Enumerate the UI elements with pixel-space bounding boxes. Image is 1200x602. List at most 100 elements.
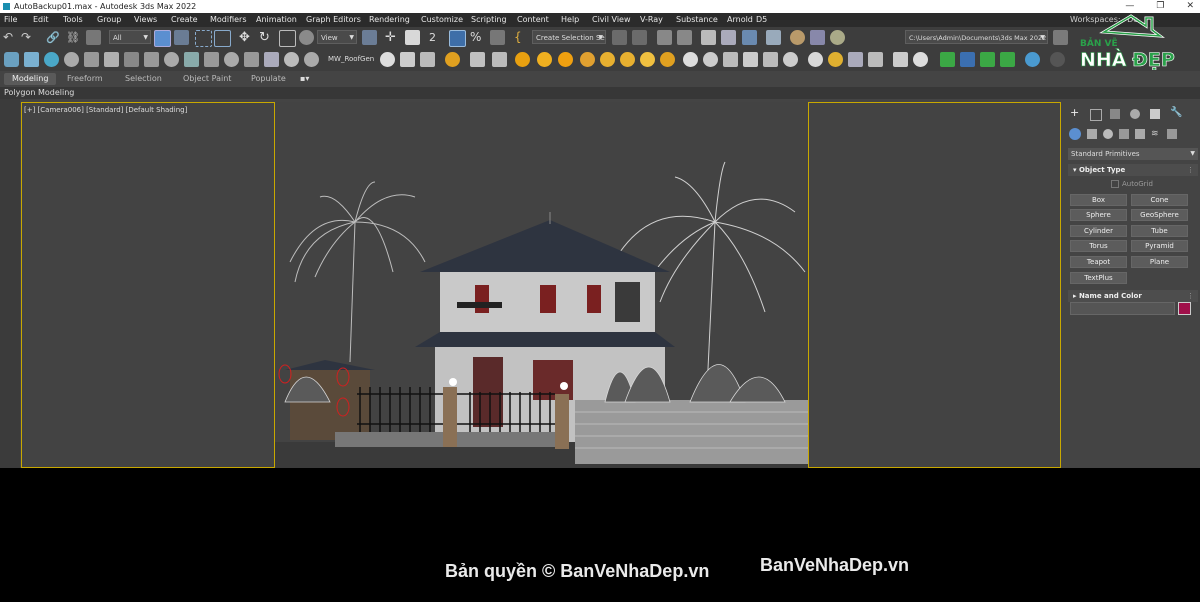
menu-substance[interactable]: Substance: [676, 13, 727, 27]
hierarchy-tab-icon[interactable]: [1110, 109, 1120, 119]
object-color-swatch[interactable]: [1178, 302, 1191, 315]
reference-coordinate-dropdown[interactable]: View ▼: [317, 30, 357, 44]
geosphere-button[interactable]: GeoSphere: [1131, 209, 1188, 221]
selection-filter-dropdown[interactable]: All ▼: [109, 30, 151, 44]
mirror-icon[interactable]: [612, 30, 627, 45]
menu-file[interactable]: File: [4, 13, 33, 27]
utilities-tab-icon[interactable]: 🔧: [1170, 108, 1182, 118]
hair-icon[interactable]: [783, 52, 798, 67]
rotate-icon[interactable]: ↻: [259, 30, 274, 45]
cylinder-button[interactable]: Cylinder: [1070, 225, 1127, 237]
uv-editor-icon[interactable]: [868, 52, 883, 67]
tab-modeling[interactable]: Modeling: [4, 73, 57, 85]
plane-button[interactable]: Plane: [1131, 256, 1188, 268]
sun-light-icon[interactable]: [515, 52, 530, 67]
geometry-sphere-icon[interactable]: [683, 52, 698, 67]
rendered-frame-window-icon[interactable]: [810, 30, 825, 45]
keyboard-shortcut-override-icon[interactable]: [405, 30, 420, 45]
tab-object-paint[interactable]: Object Paint: [183, 73, 231, 85]
d5-sync-icon[interactable]: [960, 52, 975, 67]
vray-camera-icon[interactable]: [24, 52, 39, 67]
named-selection-dropdown[interactable]: Create Selection Se ▼: [532, 30, 606, 44]
vray-decal-icon[interactable]: [224, 52, 239, 67]
scene-explorer-icon[interactable]: [657, 30, 672, 45]
redo-icon[interactable]: ↷: [21, 30, 36, 45]
box-button[interactable]: Box: [1070, 194, 1127, 206]
corona-proxy-icon[interactable]: [492, 52, 507, 67]
vray-fur-icon[interactable]: [144, 52, 159, 67]
sky-light-icon[interactable]: [537, 52, 552, 67]
window-crossing-icon[interactable]: [214, 30, 231, 47]
rectangular-selection-icon[interactable]: [195, 30, 212, 47]
vray-ies-icon[interactable]: [84, 52, 99, 67]
menu-scripting[interactable]: Scripting: [471, 13, 517, 27]
percent-snap-icon[interactable]: %: [470, 30, 485, 45]
vray-frame-buffer-icon[interactable]: [893, 52, 908, 67]
motion-tab-icon[interactable]: [1130, 109, 1140, 119]
pyramid-button[interactable]: Pyramid: [1131, 240, 1188, 252]
polygon-modeling-label[interactable]: Polygon Modeling: [4, 87, 74, 99]
helpers-category-icon[interactable]: [1135, 129, 1145, 139]
lights-category-icon[interactable]: [1103, 129, 1113, 139]
menu-edit[interactable]: Edit: [33, 13, 63, 27]
select-manipulate-icon[interactable]: ✛: [385, 30, 400, 45]
angle-snap-icon[interactable]: [449, 30, 466, 47]
menu-content[interactable]: Content: [517, 13, 561, 27]
spinner-snap-icon[interactable]: [490, 30, 505, 45]
select-by-name-icon[interactable]: [174, 30, 189, 45]
scatter-icon[interactable]: [743, 52, 758, 67]
menu-modifiers[interactable]: Modifiers: [210, 13, 256, 27]
menu-customize[interactable]: Customize: [421, 13, 471, 27]
menu-d5[interactable]: D5: [756, 13, 776, 27]
terrain-icon[interactable]: [723, 52, 738, 67]
cone-button[interactable]: Cone: [1131, 194, 1188, 206]
ribbon-options-icon[interactable]: ▪▾: [300, 73, 309, 85]
menu-graph-editors[interactable]: Graph Editors: [306, 13, 369, 27]
display-tab-icon[interactable]: [1150, 109, 1160, 119]
menu-arnold[interactable]: Arnold: [727, 13, 756, 27]
daylight-icon[interactable]: [640, 52, 655, 67]
bind-space-warp-icon[interactable]: [86, 30, 101, 45]
name-and-color-rollout[interactable]: ▸ Name and Color ⋮: [1068, 290, 1198, 302]
schematic-view-icon[interactable]: [742, 30, 757, 45]
menu-help[interactable]: Help: [561, 13, 592, 27]
vray-sun-icon[interactable]: [44, 52, 59, 67]
placement-icon[interactable]: [299, 30, 314, 45]
menu-views[interactable]: Views: [134, 13, 171, 27]
photometric-light-icon[interactable]: [620, 52, 635, 67]
forest-pack-icon[interactable]: [400, 52, 415, 67]
corona-light-icon[interactable]: [445, 52, 460, 67]
d5-render-icon[interactable]: [1000, 52, 1015, 67]
material-library-icon[interactable]: [828, 52, 843, 67]
create-tab-icon[interactable]: +: [1070, 107, 1080, 118]
d5-live-icon[interactable]: [1025, 52, 1040, 67]
railclone-icon[interactable]: [420, 52, 435, 67]
textplus-button[interactable]: TextPlus: [1070, 272, 1127, 284]
material-editor-icon[interactable]: [766, 30, 781, 45]
systems-category-icon[interactable]: [1167, 129, 1177, 139]
geometry-category-icon[interactable]: [1069, 128, 1081, 140]
vray-plane-icon[interactable]: [164, 52, 179, 67]
d5-export-icon[interactable]: [980, 52, 995, 67]
spacewarps-category-icon[interactable]: ≋: [1151, 129, 1161, 139]
geometry-box-icon[interactable]: [703, 52, 718, 67]
grass-icon[interactable]: [763, 52, 778, 67]
pivot-center-icon[interactable]: [362, 30, 377, 45]
teapot-button[interactable]: Teapot: [1070, 256, 1127, 268]
menu-tools[interactable]: Tools: [63, 13, 97, 27]
omni-light-icon[interactable]: [558, 52, 573, 67]
menu-vray[interactable]: V-Ray: [640, 13, 676, 27]
undo-icon[interactable]: ↶: [3, 30, 18, 45]
menu-group[interactable]: Group: [97, 13, 134, 27]
cameras-category-icon[interactable]: [1119, 129, 1129, 139]
object-name-field[interactable]: [1070, 302, 1175, 315]
primitive-category-dropdown[interactable]: Standard Primitives ▼: [1068, 148, 1198, 160]
project-folder-icon[interactable]: [1053, 30, 1068, 45]
spot-light-icon[interactable]: [580, 52, 595, 67]
torus-button[interactable]: Torus: [1070, 240, 1127, 252]
multiscatter-icon[interactable]: [380, 52, 395, 67]
align-icon[interactable]: [632, 30, 647, 45]
snaps-toggle-icon[interactable]: 2: [429, 30, 444, 45]
curve-editor-icon[interactable]: [721, 30, 736, 45]
menu-create[interactable]: Create: [171, 13, 210, 27]
